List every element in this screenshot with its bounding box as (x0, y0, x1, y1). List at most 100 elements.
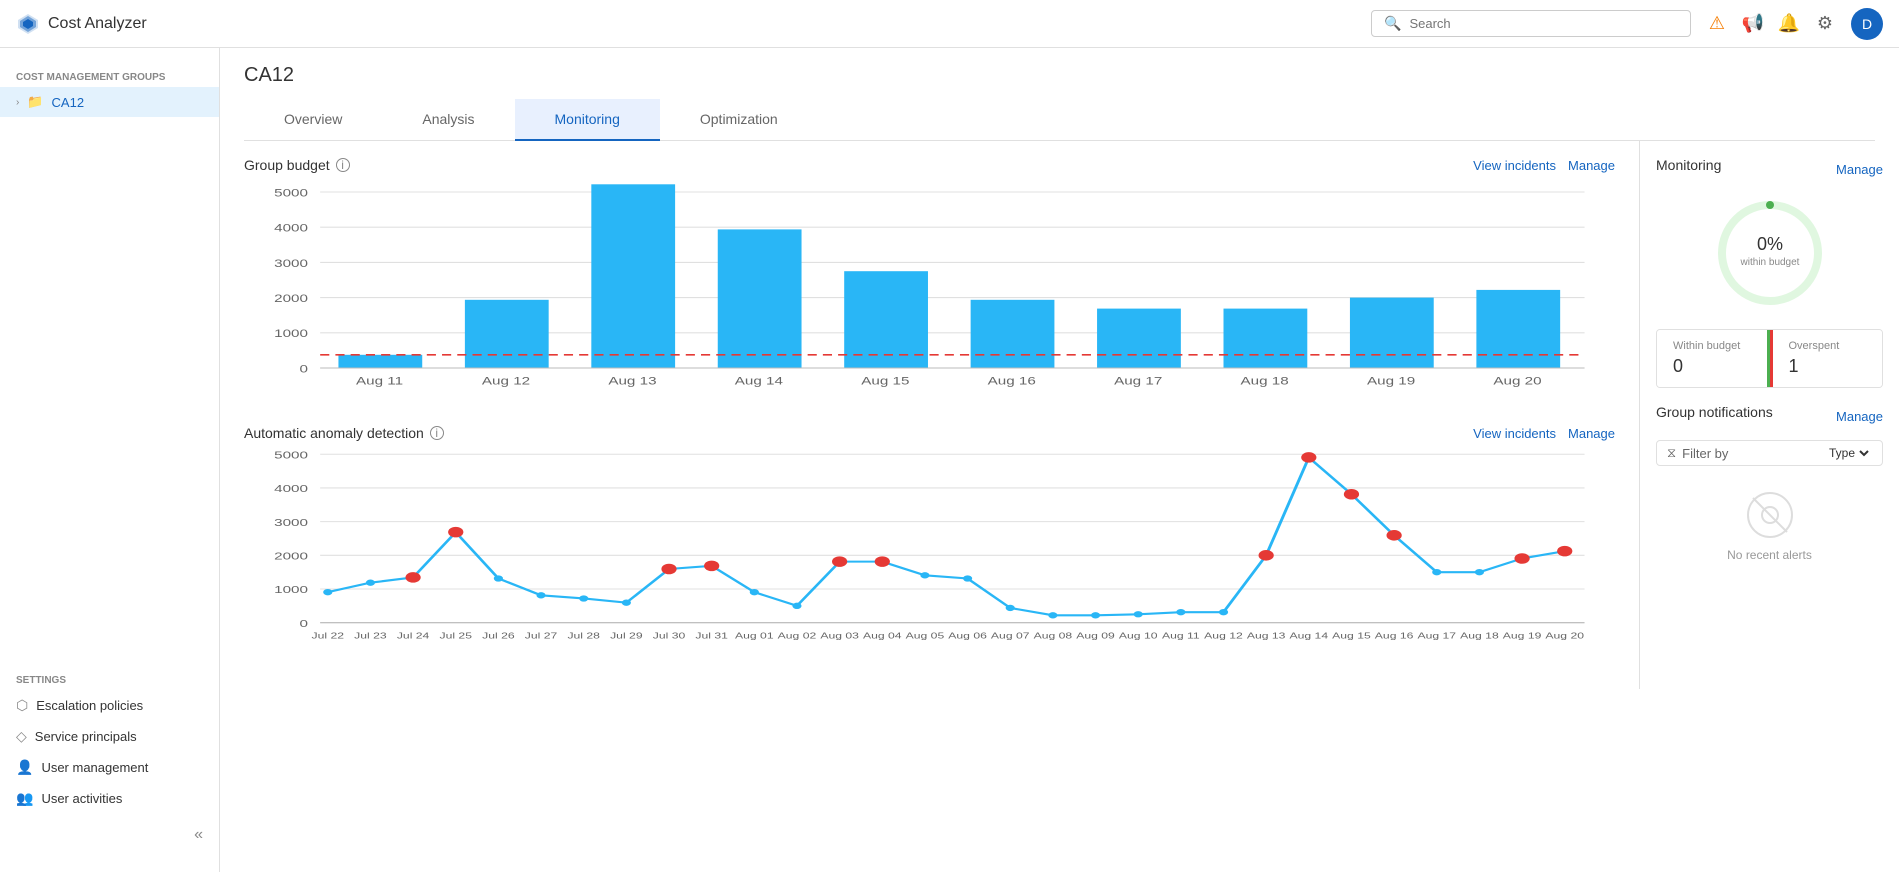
sidebar-escalation-label: Escalation policies (36, 698, 143, 713)
sidebar-spacer (0, 117, 219, 667)
group-budget-section: Group budget i View incidents Manage (244, 157, 1615, 401)
megaphone-icon[interactable]: 📢 (1743, 14, 1763, 34)
filter-bar[interactable]: ⧖ Filter by Type (1656, 440, 1883, 466)
group-budget-info-icon: i (336, 158, 350, 172)
sidebar-item-service[interactable]: ◇ Service principals (0, 721, 219, 752)
search-icon: 🔍 (1384, 15, 1401, 32)
within-budget-label: Within budget (1673, 340, 1751, 352)
svg-text:0: 0 (300, 617, 308, 629)
settings-label: SETTINGS (0, 667, 219, 690)
gear-icon[interactable]: ⚙ (1815, 14, 1835, 34)
svg-text:1000: 1000 (274, 584, 308, 596)
usermgmt-icon: 👤 (16, 759, 33, 776)
svg-text:Aug 01: Aug 01 (735, 632, 774, 641)
sidebar-collapse-button[interactable]: « (0, 814, 219, 856)
svg-text:Aug 05: Aug 05 (906, 632, 945, 641)
svg-text:Jul 29: Jul 29 (610, 632, 643, 641)
svg-text:Aug 13: Aug 13 (608, 375, 656, 387)
svg-text:Aug 19: Aug 19 (1503, 632, 1542, 641)
tabs: Overview Analysis Monitoring Optimizatio… (244, 99, 1875, 141)
anomaly-chart-svg: 0 1000 2000 3000 4000 5000 (244, 449, 1615, 649)
svg-text:Aug 14: Aug 14 (1290, 632, 1329, 641)
gauge-wrapper: 0% within budget (1656, 193, 1883, 313)
escalation-icon: ⬡ (16, 697, 28, 714)
cost-management-label: COST MANAGEMENT GROUPS (0, 64, 219, 87)
svg-text:Aug 17: Aug 17 (1417, 632, 1456, 641)
svg-text:4000: 4000 (274, 222, 308, 234)
svg-text:5000: 5000 (274, 186, 308, 198)
svg-text:Jul 27: Jul 27 (525, 632, 558, 641)
svg-text:Aug 18: Aug 18 (1241, 375, 1289, 387)
notifications-title: Group notifications (1656, 404, 1773, 420)
sidebar-service-label: Service principals (35, 729, 137, 744)
useract-icon: 👥 (16, 790, 33, 807)
group-budget-actions: View incidents Manage (1473, 158, 1615, 173)
svg-text:3000: 3000 (274, 516, 308, 528)
svg-text:Aug 12: Aug 12 (1204, 632, 1243, 641)
view-incidents-link-budget[interactable]: View incidents (1473, 158, 1556, 173)
page-title: CA12 (244, 64, 1875, 87)
gauge-svg: 0% within budget (1710, 193, 1830, 313)
svg-text:Aug 13: Aug 13 (1247, 632, 1286, 641)
monitoring-panel-header: Monitoring Manage (1656, 157, 1883, 181)
svg-text:Aug 07: Aug 07 (991, 632, 1030, 641)
svg-text:Jul 22: Jul 22 (312, 632, 345, 641)
group-budget-header: Group budget i View incidents Manage (244, 157, 1615, 173)
anomaly-detection-actions: View incidents Manage (1473, 426, 1615, 441)
svg-text:Aug 17: Aug 17 (1114, 375, 1162, 387)
group-budget-title: Group budget i (244, 157, 350, 173)
svg-text:0: 0 (300, 362, 308, 374)
content-area: Group budget i View incidents Manage (220, 141, 1899, 689)
filter-label: Filter by (1682, 446, 1728, 461)
navbar-right: 🔍 ⚠ 📢 🔔 ⚙ D (1371, 8, 1883, 40)
avatar[interactable]: D (1851, 8, 1883, 40)
tab-overview[interactable]: Overview (244, 99, 382, 141)
svg-text:Jul 23: Jul 23 (354, 632, 387, 641)
sidebar-ca12-label: CA12 (52, 95, 85, 110)
manage-link-anomaly[interactable]: Manage (1568, 426, 1615, 441)
svg-text:Jul 24: Jul 24 (397, 632, 430, 641)
monitoring-manage-link[interactable]: Manage (1836, 162, 1883, 177)
anomaly-info-icon: i (430, 426, 444, 440)
within-budget-value: 0 (1673, 356, 1751, 377)
svg-text:Aug 06: Aug 06 (948, 632, 987, 641)
sidebar-item-usermgmt[interactable]: 👤 User management (0, 752, 219, 783)
layout: COST MANAGEMENT GROUPS › 📁 CA12 SETTINGS… (0, 0, 1899, 872)
sidebar-item-escalation[interactable]: ⬡ Escalation policies (0, 690, 219, 721)
tab-monitoring[interactable]: Monitoring (515, 99, 660, 141)
view-incidents-link-anomaly[interactable]: View incidents (1473, 426, 1556, 441)
overspent-label: Overspent (1789, 340, 1867, 352)
svg-text:Aug 16: Aug 16 (988, 375, 1036, 387)
svg-text:Aug 08: Aug 08 (1034, 632, 1073, 641)
side-panel: Monitoring Manage 0% within budget (1639, 141, 1899, 689)
tab-analysis[interactable]: Analysis (382, 99, 514, 141)
main-content: CA12 Overview Analysis Monitoring Optimi… (220, 48, 1899, 872)
sidebar-item-useract[interactable]: 👥 User activities (0, 783, 219, 814)
svg-text:Aug 02: Aug 02 (778, 632, 817, 641)
within-budget-stat: Within budget 0 (1657, 330, 1770, 387)
svg-text:Aug 14: Aug 14 (735, 375, 783, 387)
overspent-value: 1 (1789, 356, 1867, 377)
overspent-stat: Overspent 1 (1770, 330, 1883, 387)
warning-icon[interactable]: ⚠ (1707, 14, 1727, 34)
svg-text:1000: 1000 (274, 327, 308, 339)
svg-text:Aug 10: Aug 10 (1119, 632, 1158, 641)
monitoring-panel-title: Monitoring (1656, 157, 1721, 173)
notifications-section: Group notifications Manage ⧖ Filter by T… (1656, 404, 1883, 586)
search-input[interactable] (1409, 16, 1678, 31)
svg-text:within budget: within budget (1739, 257, 1799, 268)
sidebar-item-ca12[interactable]: › 📁 CA12 (0, 87, 219, 117)
search-box[interactable]: 🔍 (1371, 10, 1691, 37)
bell-icon[interactable]: 🔔 (1779, 14, 1799, 34)
notifications-manage-link[interactable]: Manage (1836, 409, 1883, 424)
chevron-right-icon: › (16, 97, 19, 108)
manage-link-budget[interactable]: Manage (1568, 158, 1615, 173)
svg-text:Jul 31: Jul 31 (695, 632, 728, 641)
svg-text:Jul 28: Jul 28 (567, 632, 600, 641)
content-main: Group budget i View incidents Manage (220, 141, 1639, 689)
type-select[interactable]: Type (1825, 445, 1872, 461)
budget-stats: Within budget 0 Overspent 1 (1656, 329, 1883, 388)
navbar-left: Cost Analyzer (16, 12, 147, 36)
svg-text:Aug 20: Aug 20 (1493, 375, 1541, 387)
tab-optimization[interactable]: Optimization (660, 99, 818, 141)
